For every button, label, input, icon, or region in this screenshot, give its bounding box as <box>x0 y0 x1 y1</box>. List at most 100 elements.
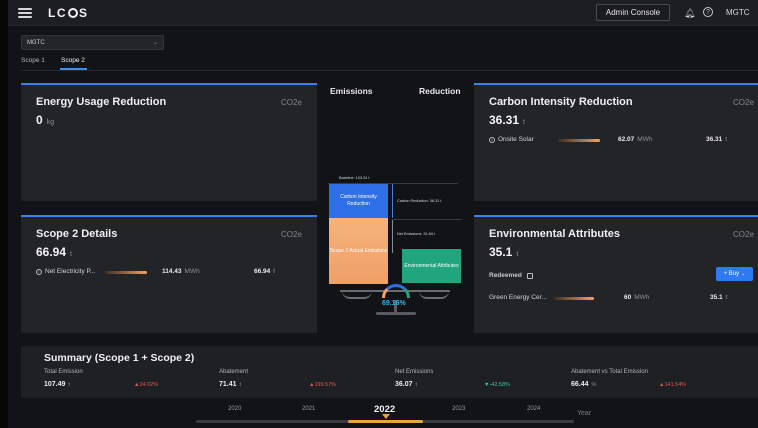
energy-usage-value: 0 kg <box>36 113 54 127</box>
energy-usage-title: Energy Usage Reduction <box>36 96 167 108</box>
menu-icon[interactable] <box>18 7 32 18</box>
app-logo[interactable]: LC S <box>48 6 89 20</box>
net-emissions-summary-label: Net Emissions <box>395 369 434 375</box>
timeline-caret-icon <box>382 414 390 419</box>
energy-usage-card: Energy Usage Reduction CO2e 0 kg <box>21 83 317 201</box>
net-emissions-unit: t <box>415 382 418 388</box>
site-selector[interactable]: MGTC ⌄ <box>21 35 164 50</box>
gauge-value: 69.16% <box>382 300 406 307</box>
baseline-label: Baseline: 103.24 t <box>339 176 370 180</box>
user-menu[interactable]: MGTC <box>726 8 750 17</box>
info-icon[interactable]: i <box>36 268 42 275</box>
bell-icon[interactable]: 🔔︎ <box>684 8 695 19</box>
carbon-row-label: i Onsite Solar <box>489 136 534 143</box>
env-metric-value: 60 <box>624 294 632 301</box>
tab-scope-2[interactable]: Scope 2 <box>61 57 85 64</box>
abatement-ratio-value: 66.44% <box>571 381 596 388</box>
carbon-intensity-value: 36.31 t <box>489 113 525 127</box>
energy-usage-number: 0 <box>36 113 43 127</box>
tab-scope-1[interactable]: Scope 1 <box>21 57 45 64</box>
abatement-change: ▲199.57% <box>309 382 337 388</box>
scope2-value-unit: t <box>70 251 72 258</box>
env-row-metric: 60 MWh <box>624 294 649 301</box>
carbon-intensity-box: Carbon Intensity Reduction <box>329 184 388 218</box>
reduction-divider <box>392 219 462 220</box>
scope2-row-metric: 114.43 MWh <box>162 268 200 275</box>
scope2-row-text: Net Electricity P... <box>45 268 96 275</box>
year-2023[interactable]: 2023 <box>452 406 465 412</box>
reduction-heading: Reduction <box>419 86 461 96</box>
year-timeline: 2020 2021 2022 2023 2024 Year <box>21 400 758 428</box>
carbon-number: 36.31 <box>489 113 520 127</box>
year-2021[interactable]: 2021 <box>302 406 315 412</box>
scale-right-pan <box>419 291 449 299</box>
left-edge <box>0 0 8 428</box>
buy-button[interactable]: + Buy ⌄ <box>716 267 753 281</box>
gauge-icon <box>382 284 410 298</box>
total-emission-change-text: 24.02% <box>139 382 159 388</box>
abatement-value: 71.41 t <box>219 381 241 388</box>
abatement-unit: t <box>239 382 242 388</box>
abatement-label: Abatement <box>219 369 249 375</box>
chevron-down-icon: ⌄ <box>741 271 746 277</box>
net-emissions-change: ▼-42.58% <box>484 382 510 388</box>
tab-divider <box>21 70 758 71</box>
scope2-number: 66.94 <box>36 245 67 259</box>
scope2-actual-box: Scope 2 Actual Emissions <box>329 218 388 284</box>
redeemed-label: Redeemed <box>489 272 533 279</box>
scope2-metric-value: 114.43 <box>162 268 182 275</box>
total-emission-number: 107.49 <box>44 381 66 388</box>
env-progress-bar <box>554 297 594 300</box>
net-emissions-bracket <box>392 219 393 253</box>
carbon-amount-unit: t <box>725 136 728 143</box>
carbon-progress-bar <box>558 139 600 142</box>
scope2-amount-unit: t <box>273 268 276 275</box>
year-2024[interactable]: 2024 <box>527 406 540 412</box>
carbon-reduction-label: Carbon Reduction: 36.31 t <box>397 199 442 203</box>
carbon-metric-value: 62.07 <box>618 136 635 143</box>
carbon-metric-unit: MWh <box>637 136 653 143</box>
net-emissions-change-text: -42.58% <box>489 382 510 388</box>
logo-o-icon <box>68 7 78 18</box>
help-icon[interactable]: ? <box>703 7 713 17</box>
admin-console-button[interactable]: Admin Console <box>596 4 670 21</box>
total-emission-unit: t <box>68 382 70 388</box>
env-value-unit: t <box>516 251 519 258</box>
carbon-intensity-unit: CO2e <box>733 98 754 107</box>
abatement-ratio-unit: % <box>591 382 597 388</box>
info-icon[interactable]: i <box>489 136 495 143</box>
carbon-intensity-title: Carbon Intensity Reduction <box>489 96 633 108</box>
logo-text-left: LC <box>48 5 67 20</box>
env-amount-value: 35.1 <box>710 294 723 301</box>
scope2-amount-value: 66.94 <box>254 268 271 275</box>
abatement-ratio-number: 66.44 <box>571 381 589 388</box>
timeline-selected-range[interactable] <box>348 420 423 423</box>
abatement-number: 71.41 <box>219 381 237 388</box>
env-row-label: Green Energy Cer... <box>489 294 547 301</box>
year-2020[interactable]: 2020 <box>228 406 241 412</box>
carbon-intensity-card: Carbon Intensity Reduction CO2e 36.31 t i… <box>474 83 758 201</box>
calendar-icon[interactable] <box>526 272 533 279</box>
year-axis-label: Year <box>577 410 592 417</box>
env-metric-unit: MWh <box>634 294 650 301</box>
scope2-row-amount: 66.94 t <box>254 268 275 275</box>
net-emissions-number: 36.07 <box>395 381 413 388</box>
carbon-row-metric: 62.07 MWh <box>618 136 652 143</box>
scope2-details-value: 66.94 t <box>36 245 72 259</box>
emissions-heading: Emissions <box>330 86 373 96</box>
summary-title: Summary (Scope 1 + Scope 2) <box>44 352 195 364</box>
scale-left-pan <box>342 291 372 299</box>
total-emission-change: ▲24.02% <box>134 382 159 388</box>
abatement-ratio-change-text: 141.54% <box>664 382 687 388</box>
abatement-ratio-change: ▲141.54% <box>659 382 687 388</box>
total-emission-label: Total Emission <box>44 369 83 375</box>
energy-usage-unit: CO2e <box>281 98 302 107</box>
environmental-attributes-box: Environmental Attributes <box>402 249 461 283</box>
env-row-amount: 35.1 t <box>710 294 727 301</box>
site-selector-value: MGTC <box>27 39 45 46</box>
env-row-text: Green Energy Cer... <box>489 294 547 301</box>
carbon-value-unit: t <box>523 119 525 126</box>
carbon-reduction-bracket <box>392 184 393 218</box>
summary-panel: Summary (Scope 1 + Scope 2) Total Emissi… <box>21 346 758 398</box>
chevron-down-icon: ⌄ <box>152 40 158 46</box>
